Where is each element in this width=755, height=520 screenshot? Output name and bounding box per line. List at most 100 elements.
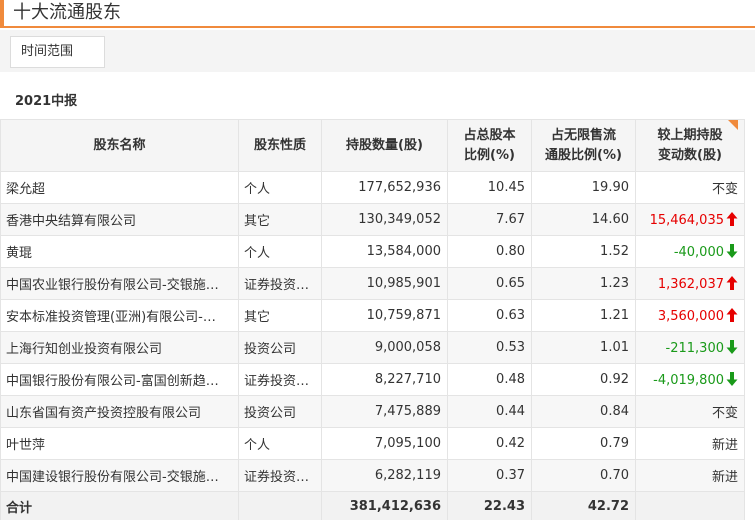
total-ratio: 0.48 [447, 363, 532, 396]
share-change: -40,000 [635, 235, 745, 268]
change-value: 新进 [711, 438, 738, 453]
page-header: 十大流通股东 [0, 0, 755, 28]
share-count: 8,227,710 [321, 363, 448, 396]
total-label: 合计 [0, 491, 239, 520]
table-row[interactable]: 叶世萍 个人 7,095,100 0.42 0.79 新进 [0, 427, 745, 460]
shareholder-name[interactable]: 安本标准投资管理(亚洲)有限公司-… [0, 299, 239, 332]
change-value: 1,362,037 [657, 276, 724, 292]
decrease-arrow-icon [726, 339, 738, 354]
filter-toolbar: 时间范围 [0, 30, 755, 72]
shareholder-type: 投资公司 [238, 331, 322, 364]
table-row[interactable]: 上海行知创业投资有限公司 投资公司 9,000,058 0.53 1.01 -211,30… [0, 331, 745, 364]
total-ratio: 0.44 [447, 395, 532, 428]
float-ratio: 0.79 [531, 427, 636, 460]
page-title: 十大流通股东 [13, 2, 121, 23]
shareholder-name[interactable]: 黄琨 [0, 235, 239, 268]
shareholder-name[interactable]: 梁允超 [0, 171, 239, 204]
table-row[interactable]: 中国银行股份有限公司-富国创新趋… 证券投资… 8,227,710 0.48 0.92 -… [0, 363, 745, 396]
float-ratio: 1.23 [531, 267, 636, 300]
share-count: 177,652,936 [321, 171, 448, 204]
share-change: 新进 [635, 427, 745, 460]
change-value: 新进 [711, 470, 738, 485]
table-row[interactable]: 香港中央结算有限公司 其它 130,349,052 7.67 14.60 15,464,0… [0, 203, 745, 236]
share-change: 3,560,000 [635, 299, 745, 332]
shareholder-type: 证券投资… [238, 459, 322, 492]
share-count: 9,000,058 [321, 331, 448, 364]
shareholder-name[interactable]: 中国农业银行股份有限公司-交银施… [0, 267, 239, 300]
shareholder-type: 证券投资… [238, 267, 322, 300]
float-ratio: 1.01 [531, 331, 636, 364]
total-ratio: 7.67 [447, 203, 532, 236]
shareholder-type: 证券投资… [238, 363, 322, 396]
header-share-count: 持股数量(股) [321, 119, 448, 172]
total-ratio: 0.80 [447, 235, 532, 268]
increase-arrow-icon [726, 211, 738, 226]
shareholders-table: 股东名称 股东性质 持股数量(股) 占总股本 比例(%) 占无限售流 通股比例(%)… [0, 119, 745, 520]
total-ratio: 10.45 [447, 171, 532, 204]
shareholder-type: 个人 [238, 427, 322, 460]
shareholder-name[interactable]: 香港中央结算有限公司 [0, 203, 239, 236]
float-ratio: 1.52 [531, 235, 636, 268]
float-ratio: 1.21 [531, 299, 636, 332]
share-change: 不变 [635, 395, 745, 428]
decrease-arrow-icon [726, 243, 738, 258]
total-type-empty [238, 491, 322, 520]
share-change: 不变 [635, 171, 745, 204]
title-accent-bar [0, 0, 4, 26]
total-ratio: 0.65 [447, 267, 532, 300]
share-change: -211,300 [635, 331, 745, 364]
header-float-ratio: 占无限售流 通股比例(%) [531, 119, 636, 172]
shareholder-name[interactable]: 中国建设银行股份有限公司-交银施… [0, 459, 239, 492]
change-value: 不变 [711, 406, 738, 421]
total-ratio: 0.42 [447, 427, 532, 460]
share-change: 1,362,037 [635, 267, 745, 300]
share-count: 13,584,000 [321, 235, 448, 268]
header-shareholder-name: 股东名称 [0, 119, 239, 172]
float-ratio: 0.84 [531, 395, 636, 428]
shareholder-type: 投资公司 [238, 395, 322, 428]
table-row[interactable]: 中国农业银行股份有限公司-交银施… 证券投资… 10,985,901 0.65 1.23… [0, 267, 745, 300]
share-count: 7,095,100 [321, 427, 448, 460]
shareholder-type: 其它 [238, 203, 322, 236]
table-row[interactable]: 山东省国有资产投资控股有限公司 投资公司 7,475,889 0.44 0.84 不变 [0, 395, 745, 428]
decrease-arrow-icon [726, 371, 738, 386]
table-header-row: 股东名称 股东性质 持股数量(股) 占总股本 比例(%) 占无限售流 通股比例(%)… [0, 119, 745, 172]
share-count: 130,349,052 [321, 203, 448, 236]
float-ratio: 0.92 [531, 363, 636, 396]
share-change: 15,464,035 [635, 203, 745, 236]
table-row[interactable]: 黄琨 个人 13,584,000 0.80 1.52 -40,000 [0, 235, 745, 268]
shareholder-name[interactable]: 中国银行股份有限公司-富国创新趋… [0, 363, 239, 396]
shareholder-type: 个人 [238, 235, 322, 268]
header-total-ratio: 占总股本 比例(%) [447, 119, 532, 172]
table-row[interactable]: 安本标准投资管理(亚洲)有限公司-… 其它 10,759,871 0.63 1.21 3,… [0, 299, 745, 332]
table-row[interactable]: 中国建设银行股份有限公司-交银施… 证券投资… 6,282,119 0.37 0.70 新… [0, 459, 745, 492]
time-range-button[interactable]: 时间范围 [10, 36, 105, 68]
change-value: 15,464,035 [649, 212, 724, 228]
share-count: 6,282,119 [321, 459, 448, 492]
shareholder-name[interactable]: 上海行知创业投资有限公司 [0, 331, 239, 364]
total-ratio: 0.63 [447, 299, 532, 332]
share-change: -4,019,800 [635, 363, 745, 396]
float-ratio: 14.60 [531, 203, 636, 236]
share-count: 10,759,871 [321, 299, 448, 332]
shareholder-name[interactable]: 山东省国有资产投资控股有限公司 [0, 395, 239, 428]
total-share-count: 381,412,636 [321, 491, 448, 520]
change-value: 不变 [711, 182, 738, 197]
change-value: -4,019,800 [653, 372, 724, 388]
report-period-label: 2021中报 [15, 94, 78, 109]
share-count: 10,985,901 [321, 267, 448, 300]
shareholder-name[interactable]: 叶世萍 [0, 427, 239, 460]
change-value: 3,560,000 [657, 308, 724, 324]
corner-marker [728, 120, 738, 130]
share-count: 7,475,889 [321, 395, 448, 428]
total-ratio: 0.53 [447, 331, 532, 364]
float-ratio: 0.70 [531, 459, 636, 492]
increase-arrow-icon [726, 307, 738, 322]
table-row[interactable]: 梁允超 个人 177,652,936 10.45 19.90 不变 [0, 171, 745, 204]
shareholder-type: 个人 [238, 171, 322, 204]
change-value: -40,000 [673, 244, 724, 260]
change-value: -211,300 [665, 340, 724, 356]
float-ratio: 19.90 [531, 171, 636, 204]
share-change: 新进 [635, 459, 745, 492]
table-total-row: 合计 381,412,636 22.43 42.72 [0, 491, 745, 520]
